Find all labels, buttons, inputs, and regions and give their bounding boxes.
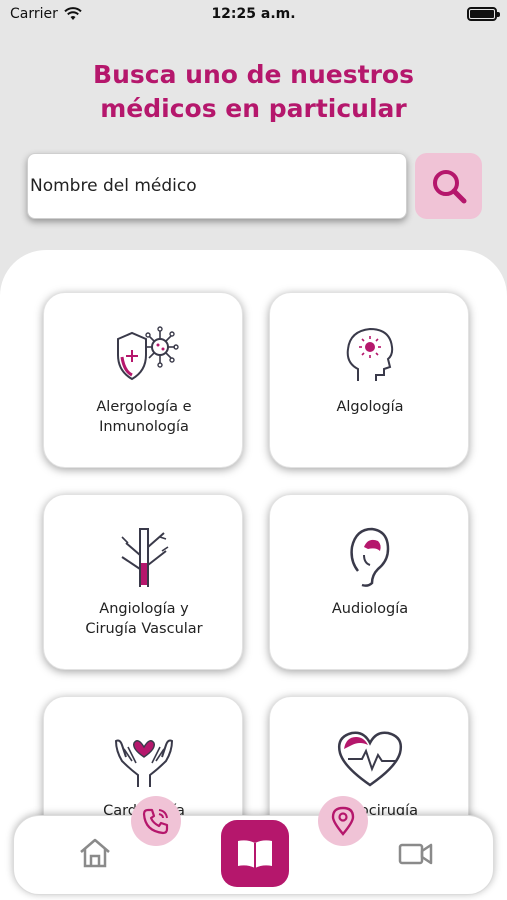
phone-icon <box>142 808 169 835</box>
specialty-label: Angiología y Cirugía Vascular <box>85 601 203 637</box>
location-pin-icon <box>331 806 355 836</box>
status-bar: Carrier 12:25 a.m. <box>0 0 507 30</box>
head-pain-icon <box>270 323 470 387</box>
title-line-2: médicos en particular <box>100 94 407 123</box>
heart-pulse-icon <box>270 727 470 791</box>
specialty-card-audiologia[interactable]: Audiología <box>269 494 469 670</box>
battery-icon <box>467 7 500 21</box>
specialty-card-algologia[interactable]: Algología <box>269 292 469 468</box>
book-icon <box>238 839 272 868</box>
search-field[interactable] <box>27 153 407 219</box>
blood-vessel-icon <box>44 525 244 589</box>
specialty-card-angiologia[interactable]: Angiología y Cirugía Vascular <box>43 494 243 670</box>
allergy-shield-icon <box>44 323 244 387</box>
video-camera-icon <box>398 843 433 865</box>
specialty-label: Audiología <box>331 601 409 617</box>
tab-video[interactable] <box>398 840 434 868</box>
tab-directory[interactable] <box>221 820 289 887</box>
specialty-label: Algología <box>336 399 404 415</box>
home-icon <box>80 838 110 868</box>
status-time: 12:25 a.m. <box>211 6 296 22</box>
location-button[interactable] <box>318 796 368 846</box>
tab-home[interactable] <box>78 836 112 870</box>
hands-heart-icon <box>44 727 244 791</box>
specialty-label: Alergología e Inmunología <box>96 399 192 435</box>
specialty-card-alergologia[interactable]: Alergología e Inmunología <box>43 292 243 468</box>
page-title: Busca uno de nuestros médicos en particu… <box>0 58 507 126</box>
search-icon <box>432 170 466 204</box>
search-input[interactable] <box>30 176 406 196</box>
ear-icon <box>270 525 470 589</box>
title-line-1: Busca uno de nuestros <box>93 60 414 89</box>
call-button[interactable] <box>131 796 181 846</box>
search-button[interactable] <box>415 153 482 219</box>
